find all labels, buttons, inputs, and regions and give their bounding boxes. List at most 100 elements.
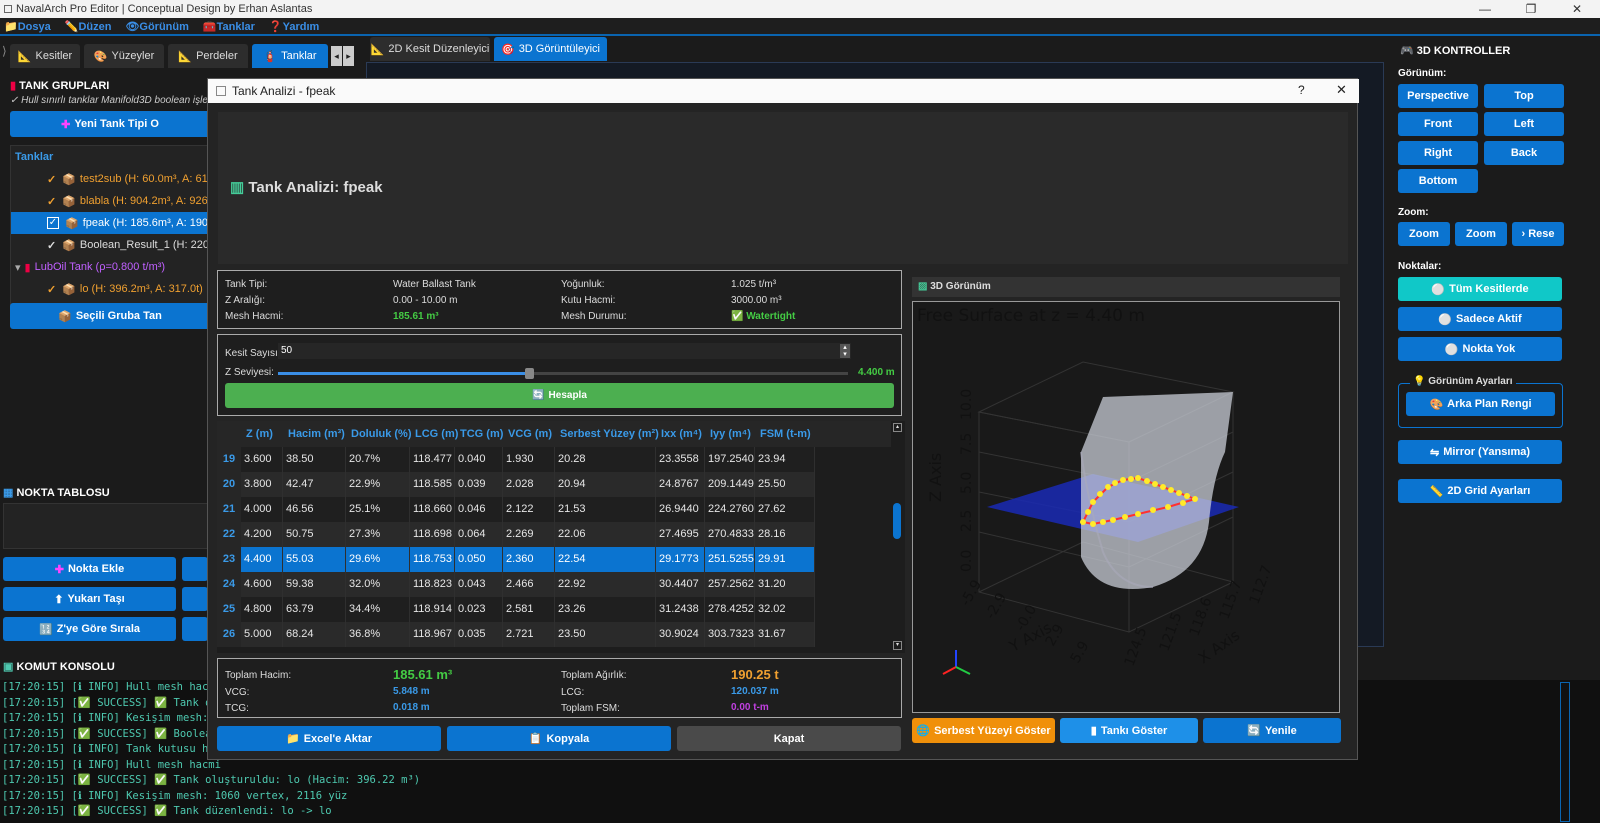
point-table[interactable] [3, 503, 208, 549]
table-cell[interactable]: 118.660 [410, 497, 455, 522]
view-top-button[interactable]: Top [1484, 84, 1564, 108]
results-table[interactable]: Z (m) Hacim (m³) Doluluk (%) LCG (m) TCG… [217, 421, 905, 653]
dialog-close-button[interactable]: ✕ [1336, 82, 1347, 98]
table-cell[interactable]: 4.600 [241, 572, 283, 597]
show-free-surface-button[interactable]: 🌐 Serbest Yüzeyi Göster [912, 718, 1055, 743]
row-index[interactable]: 20 [217, 472, 241, 497]
table-cell[interactable]: 20.94 [555, 472, 656, 497]
refresh-button[interactable]: 🔄 Yenile [1203, 718, 1341, 743]
calculate-button[interactable]: 🔄 Hesapla [225, 383, 894, 408]
table-cell[interactable]: 197.2540 [705, 447, 755, 472]
all-sections-button[interactable]: ⚪ Tüm Kesitlerde [1398, 277, 1562, 301]
tree-item-boolean-result[interactable]: ✓ 📦 Boolean_Result_1 (H: 220.0m³, [11, 234, 226, 256]
table-row[interactable]: 26 5.000 68.24 36.8% 118.967 0.035 2.721 23.50 3… [217, 622, 905, 647]
table-cell[interactable]: 118.753 [410, 547, 455, 572]
table-cell[interactable]: 0.064 [455, 522, 503, 547]
row-index[interactable]: 21 [217, 497, 241, 522]
tab-tanks[interactable]: 🧯 Tanklar [252, 44, 328, 68]
table-cell[interactable]: 25.50 [755, 472, 815, 497]
z-level-slider-handle[interactable] [524, 368, 534, 379]
col-header-iyy[interactable]: Iyy (m⁴) [705, 421, 755, 447]
close-button[interactable]: ✕ [1554, 0, 1600, 18]
menu-edit[interactable]: ✏️Düzen [65, 20, 112, 33]
new-tank-type-button[interactable]: ✚ Yeni Tank Tipi O [10, 111, 210, 137]
view-right-button[interactable]: Right [1398, 141, 1478, 165]
table-cell[interactable]: 0.023 [455, 597, 503, 622]
row-index[interactable]: 24 [217, 572, 241, 597]
table-row[interactable]: 20 3.800 42.47 22.9% 118.585 0.039 2.028 20.94 2… [217, 472, 905, 497]
view-left-button[interactable]: Left [1484, 112, 1564, 136]
move-up-button[interactable]: ⬆ Yukarı Taşı [3, 587, 176, 611]
table-cell[interactable]: 118.477 [410, 447, 455, 472]
table-cell[interactable]: 63.79 [283, 597, 346, 622]
zoom-reset-button[interactable]: › Rese [1512, 222, 1564, 246]
table-cell[interactable]: 0.050 [455, 547, 503, 572]
grid-settings-button[interactable]: 📏 2D Grid Ayarları [1398, 479, 1562, 503]
table-cell[interactable]: 46.56 [283, 497, 346, 522]
table-row[interactable]: 24 4.600 59.38 32.0% 118.823 0.043 2.466 22.92 3… [217, 572, 905, 597]
table-cell[interactable]: 32.02 [755, 597, 815, 622]
section-count-spinbox[interactable]: 50 ▴ ▾ [278, 343, 851, 359]
point-button-2[interactable] [182, 557, 208, 581]
table-cell[interactable]: 118.967 [410, 622, 455, 647]
table-cell[interactable]: 22.54 [555, 547, 656, 572]
tab-scroll-right[interactable]: ▸ [343, 46, 354, 66]
scrollbar-thumb[interactable] [893, 503, 901, 539]
table-cell[interactable]: 31.20 [755, 572, 815, 597]
table-row[interactable]: 19 3.600 38.50 20.7% 118.477 0.040 1.930 20.28 2… [217, 447, 905, 472]
col-header-lcg[interactable]: LCG (m) [410, 421, 458, 447]
point-button-6[interactable] [182, 617, 208, 641]
table-cell[interactable]: 25.1% [346, 497, 410, 522]
view-back-button[interactable]: Back [1484, 141, 1564, 165]
table-cell[interactable]: 27.3% [346, 522, 410, 547]
sort-by-z-button[interactable]: 🔢 Z'ye Göre Sırala [3, 617, 176, 641]
menu-file[interactable]: 📁Dosya [4, 20, 51, 33]
table-row[interactable]: 25 4.800 63.79 34.4% 118.914 0.023 2.581 23.26 3… [217, 597, 905, 622]
table-cell[interactable]: 23.3558 [656, 447, 705, 472]
show-tank-button[interactable]: ▮ Tankı Göster [1060, 718, 1198, 743]
tab-scroll-left[interactable]: ◂ [331, 46, 342, 66]
table-row[interactable]: 21 4.000 46.56 25.1% 118.660 0.046 2.122 21.53 2… [217, 497, 905, 522]
table-cell[interactable]: 20.28 [555, 447, 656, 472]
tab-3d-viewer[interactable]: 🎯 3D Görüntüleyici [494, 37, 607, 61]
tree-item-lo[interactable]: ✓📦lo (H: 396.2m³, A: 317.0t)◐ [11, 278, 226, 300]
mirror-button[interactable]: ⇋ Mirror (Yansıma) [1398, 440, 1562, 464]
table-cell[interactable]: 0.035 [455, 622, 503, 647]
spin-arrows-icon[interactable]: ▴ ▾ [840, 344, 850, 358]
scroll-down-icon[interactable]: ▾ [893, 641, 902, 650]
table-cell[interactable]: 21.53 [555, 497, 656, 522]
table-cell[interactable]: 4.200 [241, 522, 283, 547]
table-cell[interactable]: 29.1773 [656, 547, 705, 572]
close-dialog-button[interactable]: Kapat [677, 726, 901, 751]
table-cell[interactable]: 2.466 [503, 572, 555, 597]
tab-surfaces[interactable]: 🎨 Yüzeyler [84, 44, 164, 68]
table-cell[interactable]: 38.50 [283, 447, 346, 472]
table-cell[interactable]: 3.600 [241, 447, 283, 472]
table-cell[interactable]: 270.4833 [705, 522, 755, 547]
row-index[interactable]: 23 [217, 547, 241, 572]
table-cell[interactable]: 20.7% [346, 447, 410, 472]
table-cell[interactable]: 29.6% [346, 547, 410, 572]
copy-button[interactable]: 📋 Kopyala [447, 726, 671, 751]
table-cell[interactable]: 30.4407 [656, 572, 705, 597]
col-header-volume[interactable]: Hacim (m³) [283, 421, 346, 447]
col-header-free-surface[interactable]: Serbest Yüzey (m²) [555, 421, 659, 447]
table-cell[interactable]: 0.039 [455, 472, 503, 497]
plot-3d-canvas[interactable]: Free Surface at z = 4.40 m Z Axis Y Axis… [912, 301, 1340, 713]
table-cell[interactable]: 30.9024 [656, 622, 705, 647]
table-cell[interactable]: 27.62 [755, 497, 815, 522]
collapse-arrow-icon[interactable]: ▾ [15, 261, 21, 274]
table-cell[interactable]: 27.4695 [656, 522, 705, 547]
zoom-in-button[interactable]: Zoom [1398, 222, 1450, 246]
table-cell[interactable]: 2.122 [503, 497, 555, 522]
table-cell[interactable]: 28.16 [755, 522, 815, 547]
row-index[interactable]: 22 [217, 522, 241, 547]
table-cell[interactable]: 118.698 [410, 522, 455, 547]
help-button[interactable]: ? [1298, 83, 1305, 97]
table-cell[interactable]: 2.721 [503, 622, 555, 647]
tree-group-luboil[interactable]: ▾ ▮ LubOil Tank (ρ=0.800 t/m³) [11, 256, 226, 278]
table-cell[interactable]: 55.03 [283, 547, 346, 572]
point-button-4[interactable] [182, 587, 208, 611]
col-header-fill[interactable]: Doluluk (%) [346, 421, 412, 447]
table-cell[interactable]: 22.9% [346, 472, 410, 497]
